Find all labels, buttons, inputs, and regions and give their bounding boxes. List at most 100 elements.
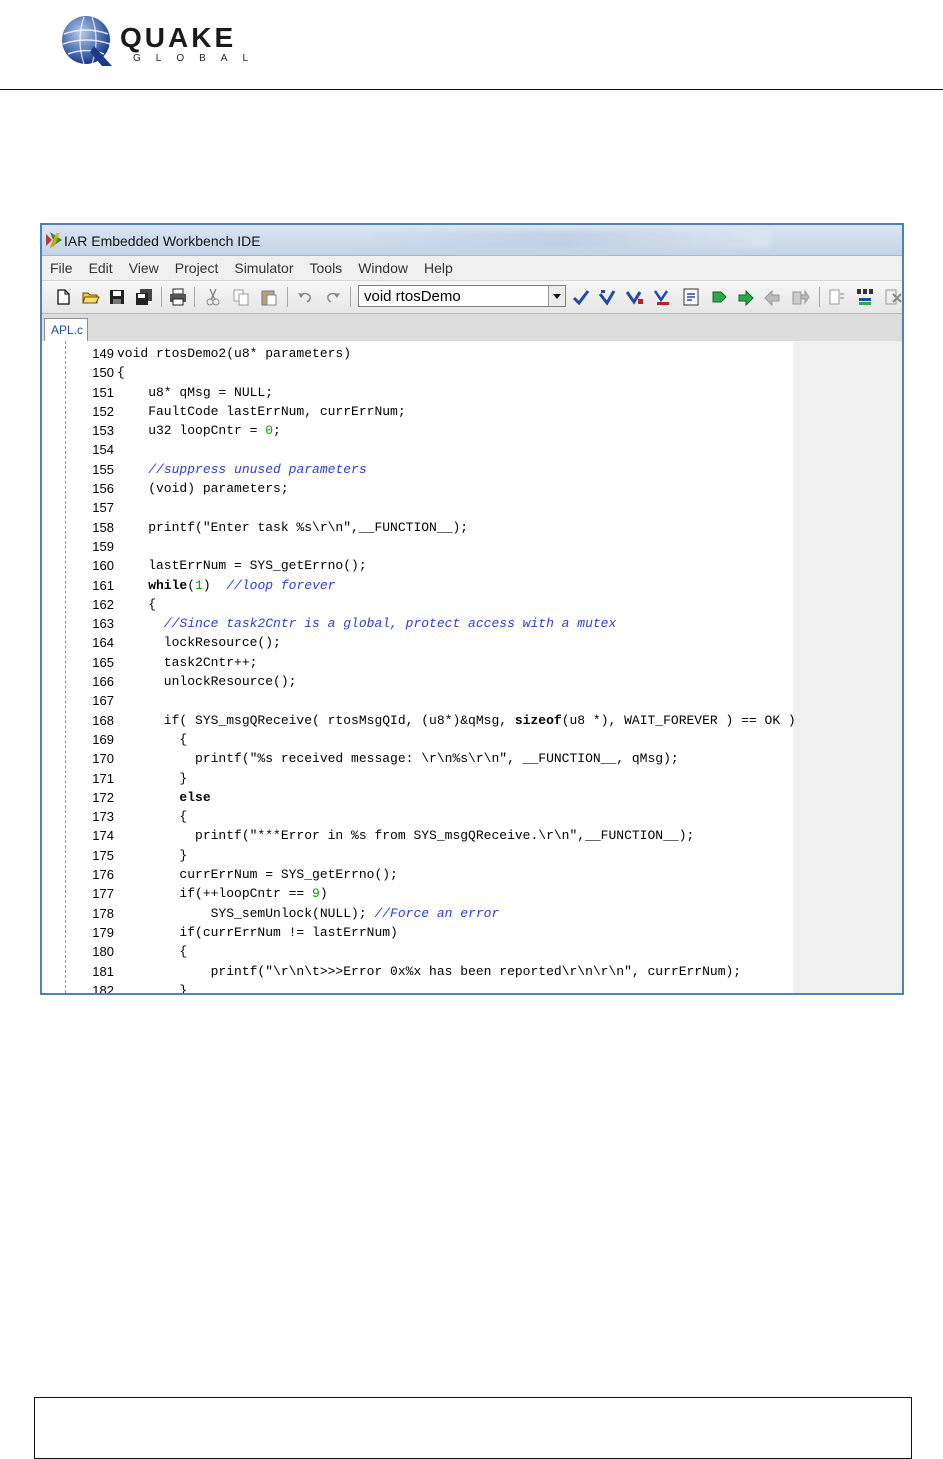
code-line: 176 currErrNum = SYS_getErrno(); <box>42 865 902 884</box>
line-number: 171 <box>92 770 114 786</box>
function-combo-value: void rtosDemo <box>364 288 461 305</box>
cut-icon[interactable] <box>204 288 222 306</box>
line-text: void rtosDemo2(u8* parameters) <box>117 344 351 363</box>
code-line: 171 } <box>42 769 902 788</box>
menu-help[interactable]: Help <box>424 260 453 276</box>
check-icon[interactable] <box>572 288 590 306</box>
close-icon[interactable] <box>884 288 902 306</box>
line-text: { <box>117 942 187 961</box>
code-token: FaultCode lastErrNum, currErrNum; <box>117 403 406 419</box>
menu-tools[interactable]: Tools <box>310 260 343 276</box>
make-icon[interactable] <box>626 288 644 306</box>
code-line: 181 printf("\r\n\t>>>Error 0x%x has been… <box>42 962 902 981</box>
line-number: 167 <box>92 693 114 709</box>
tab-apl-c[interactable]: APL.c <box>44 318 88 342</box>
code-comment: //loop forever <box>226 577 336 593</box>
line-text: } <box>117 981 188 995</box>
footer-box <box>34 1397 912 1459</box>
line-text: if( SYS_msgQReceive( rtosMsgQId, (u8*)&q… <box>117 711 796 730</box>
menu-view[interactable]: View <box>129 260 159 276</box>
line-number: 159 <box>92 538 114 554</box>
print-icon[interactable] <box>169 288 187 306</box>
code-token: currErrNum = SYS_getErrno(); <box>117 867 398 883</box>
line-number: 170 <box>92 751 114 767</box>
menu-project[interactable]: Project <box>175 260 219 276</box>
code-line: 164 lockResource(); <box>42 633 902 652</box>
menu-edit[interactable]: Edit <box>89 260 113 276</box>
code-token: if( SYS_msgQReceive( rtosMsgQId, (u8*)&q… <box>117 712 515 728</box>
line-text: { <box>117 595 156 614</box>
toolbar-separator <box>819 287 820 307</box>
toolbar-separator <box>350 287 351 307</box>
line-number: 179 <box>92 924 114 940</box>
undo-icon[interactable] <box>296 288 314 306</box>
line-text: printf("***Error in %s from SYS_msgQRece… <box>117 826 694 845</box>
toggle-icon[interactable] <box>828 288 846 306</box>
line-text: while(1) //loop forever <box>117 576 335 595</box>
function-combo[interactable]: void rtosDemo <box>358 285 566 307</box>
copy-icon[interactable] <box>232 288 250 306</box>
title-bar: IAR Embedded Workbench IDE <box>42 225 902 256</box>
menu-simulator[interactable]: Simulator <box>234 260 293 276</box>
forward-icon[interactable] <box>792 288 810 306</box>
code-token: printf("Enter task %s\r\n",__FUNCTION__)… <box>117 519 469 535</box>
code-token: { <box>117 809 188 825</box>
code-comment: //suppress unused parameters <box>148 461 367 477</box>
redo-icon[interactable] <box>324 288 342 306</box>
line-number: 154 <box>92 442 114 458</box>
chevron-down-icon[interactable] <box>548 286 565 306</box>
code-line: 163 //Since task2Cntr is a global, prote… <box>42 614 902 633</box>
line-number: 175 <box>92 847 114 863</box>
iar-app-icon <box>46 232 62 248</box>
back-icon[interactable] <box>764 288 782 306</box>
paste-icon[interactable] <box>260 288 278 306</box>
code-token: lockResource(); <box>117 635 281 651</box>
code-token: void rtosDemo2(u8* parameters) <box>117 346 352 361</box>
line-number: 176 <box>92 867 114 883</box>
code-token: task2Cntr++; <box>117 654 258 670</box>
code-line: 168 if( SYS_msgQReceive( rtosMsgQId, (u8… <box>42 711 902 730</box>
line-text: { <box>117 730 187 749</box>
code-keyword: while <box>117 577 188 593</box>
line-text: printf("%s received message: \r\n%s\r\n"… <box>117 749 679 768</box>
line-text: (void) parameters; <box>117 479 288 498</box>
line-number: 181 <box>92 963 114 979</box>
breakpoint-icon[interactable] <box>856 288 874 306</box>
code-line: 156 (void) parameters; <box>42 479 902 498</box>
code-line: 157 <box>42 498 902 517</box>
code-line: 179 if(currErrNum != lastErrNum) <box>42 923 902 942</box>
toolbar-separator <box>194 287 195 307</box>
stop-build-icon[interactable] <box>654 288 672 306</box>
code-line: 151 u8* qMsg = NULL; <box>42 383 902 402</box>
debug-icon[interactable] <box>682 288 700 306</box>
code-number: 1 <box>195 577 203 593</box>
code-line: 182 } <box>42 981 902 995</box>
menu-file[interactable]: File <box>50 260 73 276</box>
menu-window[interactable]: Window <box>358 260 408 276</box>
save-all-icon[interactable] <box>135 288 153 306</box>
new-file-icon[interactable] <box>54 288 72 306</box>
open-folder-icon[interactable] <box>82 288 100 306</box>
code-line: 169 { <box>42 730 902 749</box>
code-token: } <box>117 770 188 786</box>
line-text: SYS_semUnlock(NULL); //Force an error <box>117 904 500 923</box>
save-icon[interactable] <box>108 288 126 306</box>
code-line: 165 task2Cntr++; <box>42 653 902 672</box>
code-token: } <box>117 982 188 995</box>
code-token: unlockResource(); <box>117 674 297 690</box>
line-number: 182 <box>92 982 114 995</box>
quake-global-logo: QUAKE GLOBAL <box>58 12 278 70</box>
line-text: currErrNum = SYS_getErrno(); <box>117 865 398 884</box>
line-number: 177 <box>92 886 114 902</box>
run-icon[interactable] <box>710 288 728 306</box>
line-number: 151 <box>92 384 114 400</box>
menu-bar: File Edit View Project Simulator Tools W… <box>42 256 902 281</box>
code-editor[interactable]: 149 void rtosDemo2(u8* parameters) 150{151… <box>42 341 902 993</box>
compile-icon[interactable] <box>598 288 616 306</box>
step-icon[interactable] <box>736 288 754 306</box>
globe-logo-icon <box>62 16 112 66</box>
line-text: u8* qMsg = NULL; <box>117 383 273 402</box>
brand-subtitle: GLOBAL <box>133 53 264 64</box>
line-text: unlockResource(); <box>117 672 297 691</box>
